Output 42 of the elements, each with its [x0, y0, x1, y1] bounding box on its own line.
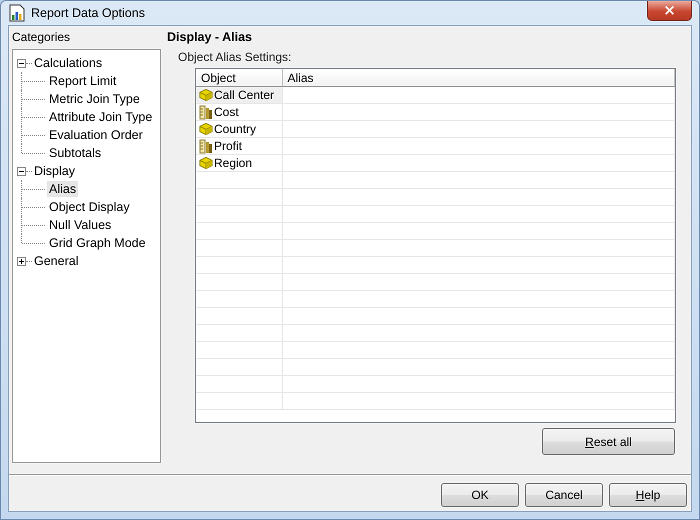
object-name: Country — [214, 122, 256, 136]
window-title: Report Data Options — [31, 6, 145, 20]
tree-item[interactable]: Metric Join Type — [47, 91, 142, 107]
table-cell[interactable]: Call Center — [196, 87, 282, 103]
tree-item[interactable]: Grid Graph Mode — [47, 235, 148, 251]
ruler-icon — [199, 138, 213, 154]
table-cell[interactable]: Profit — [196, 138, 282, 154]
dialog-button[interactable]: OK — [441, 483, 519, 507]
tree-item[interactable]: Object Display — [47, 199, 132, 215]
object-name: Profit — [214, 139, 242, 153]
tree-item[interactable]: Null Values — [47, 217, 114, 233]
cube-icon — [199, 88, 213, 102]
dialog-button[interactable]: Cancel — [525, 483, 603, 507]
tree-item[interactable]: General — [32, 253, 80, 269]
cube-icon — [199, 156, 213, 170]
close-button[interactable]: × — [647, 1, 692, 21]
cube-icon — [199, 122, 213, 136]
tree-item[interactable]: Display — [32, 163, 77, 179]
tree-item[interactable]: Evaluation Order — [47, 127, 145, 143]
object-name: Region — [214, 156, 252, 170]
section-label: Categories — [12, 30, 72, 46]
reset-button[interactable]: Reset all — [542, 428, 675, 455]
ruler-icon — [199, 104, 213, 120]
tree-item[interactable]: Attribute Join Type — [47, 109, 154, 125]
section-label: Object Alias Settings: — [177, 50, 292, 66]
column-header[interactable]: Object — [196, 69, 282, 86]
expand-icon[interactable] — [17, 256, 26, 266]
tree-item[interactable]: Report Limit — [47, 73, 118, 89]
table-cell[interactable]: Region — [196, 155, 282, 171]
panel-heading: Display - Alias — [167, 30, 253, 46]
object-name: Cost — [214, 105, 239, 119]
collapse-icon[interactable] — [17, 166, 26, 176]
table-cell[interactable]: Cost — [196, 104, 282, 120]
table-cell[interactable]: Country — [196, 121, 282, 137]
tree-item[interactable]: Subtotals — [47, 145, 104, 161]
dialog-button[interactable]: Help — [609, 483, 687, 507]
column-header[interactable]: Alias — [282, 69, 674, 86]
tree-item[interactable]: Alias — [47, 181, 78, 197]
tree-item[interactable]: Calculations — [32, 55, 104, 71]
collapse-icon[interactable] — [17, 58, 26, 68]
object-name: Call Center — [214, 88, 274, 102]
report-icon — [9, 4, 25, 22]
